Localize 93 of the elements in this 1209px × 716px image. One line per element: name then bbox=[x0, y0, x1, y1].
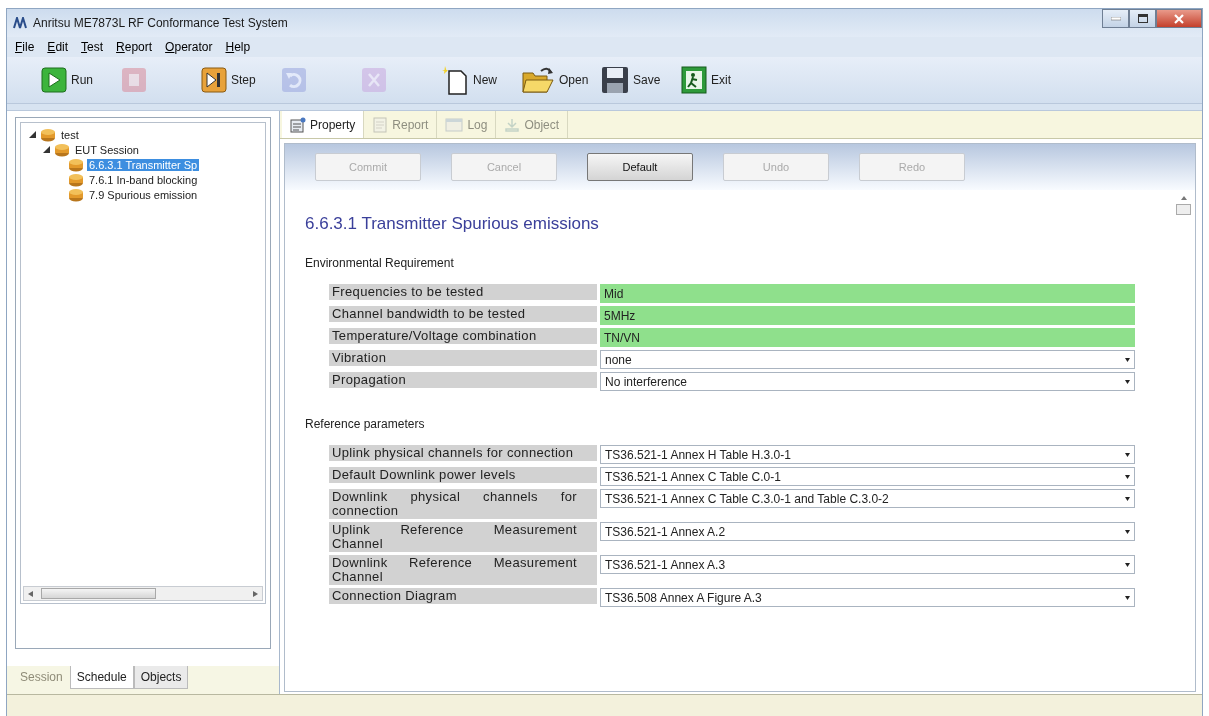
dropdown-arrow-icon[interactable] bbox=[1125, 496, 1130, 501]
save-button[interactable]: Save bbox=[597, 60, 677, 100]
step-icon bbox=[201, 67, 227, 93]
parameter-label: Default Downlink power levels bbox=[329, 467, 597, 483]
open-button[interactable]: Open bbox=[517, 60, 597, 100]
scroll-thumb[interactable] bbox=[41, 588, 156, 599]
parameter-label: Downlink physical channels for connection bbox=[329, 489, 597, 519]
parameter-label: Channel bandwidth to be tested bbox=[329, 306, 597, 322]
menu-item[interactable]: Test bbox=[81, 40, 104, 54]
tab[interactable]: Property bbox=[282, 111, 365, 138]
minimize-icon bbox=[1110, 16, 1121, 21]
log-window-icon bbox=[445, 116, 464, 133]
play-icon bbox=[41, 67, 67, 93]
parameter-label: Downlink Reference Measurement Channel bbox=[329, 555, 597, 585]
close-icon bbox=[1174, 13, 1184, 24]
app-logo-icon bbox=[13, 17, 27, 29]
menu-item[interactable]: Edit bbox=[47, 40, 69, 54]
undo-icon bbox=[281, 67, 307, 93]
close-button[interactable] bbox=[1156, 9, 1202, 28]
run-button[interactable]: Run bbox=[37, 60, 117, 100]
dropdown-value: No interference bbox=[605, 374, 688, 389]
cylinder-icon bbox=[40, 127, 56, 142]
dropdown-arrow-icon[interactable] bbox=[1125, 357, 1130, 362]
window-title: Anritsu ME7873L RF Conformance Test System bbox=[33, 16, 289, 30]
dropdown-value: none bbox=[605, 352, 632, 367]
maximize-icon bbox=[1137, 14, 1148, 23]
dropdown-value: TS36.508 Annex A Figure A.3 bbox=[605, 590, 762, 605]
dropdown-arrow-icon[interactable] bbox=[1125, 474, 1130, 479]
dropdown-arrow-icon[interactable] bbox=[1125, 452, 1130, 457]
maximize-button[interactable] bbox=[1129, 9, 1156, 28]
new-button[interactable]: New bbox=[437, 60, 517, 100]
cylinder-icon bbox=[54, 142, 70, 157]
scroll-up-icon[interactable] bbox=[1180, 196, 1187, 200]
tree-item[interactable]: EUT Session bbox=[73, 143, 141, 156]
tree-item[interactable]: 7.6.1 In-band blocking bbox=[87, 173, 200, 186]
section-title: Environmental Requirement bbox=[305, 256, 455, 270]
collapse-arrow-icon[interactable] bbox=[28, 131, 36, 138]
dropdown-arrow-icon[interactable] bbox=[1125, 595, 1130, 600]
dropdown-field[interactable]: TS36.521-1 Annex H Table H.3.0-1 bbox=[600, 445, 1135, 464]
horizontal-scrollbar[interactable] bbox=[23, 586, 263, 601]
parameter-label: Temperature/Voltage combination bbox=[329, 328, 597, 344]
new-document-icon bbox=[441, 65, 469, 95]
dropdown-value: TS36.521-1 Annex C Table C.3.0-1 and Table C.3.0-2 bbox=[605, 491, 889, 506]
tree-item[interactable]: test bbox=[59, 128, 81, 141]
exit-door-icon bbox=[681, 66, 707, 94]
collapse-arrow-icon[interactable] bbox=[42, 146, 50, 153]
value-field: 5MHz bbox=[600, 306, 1135, 325]
dropdown-field[interactable]: TS36.508 Annex A Figure A.3 bbox=[600, 588, 1135, 607]
dropdown-value: TS36.521-1 Annex C Table C.0-1 bbox=[605, 469, 781, 484]
dropdown-field[interactable]: TS36.521-1 Annex C Table C.3.0-1 and Table C.3.0-2 bbox=[600, 489, 1135, 508]
parameter-label: Propagation bbox=[329, 372, 597, 388]
folder-icon bbox=[521, 66, 555, 94]
dropdown-field[interactable]: TS36.521-1 Annex A.3 bbox=[600, 555, 1135, 574]
action-button[interactable]: Default bbox=[587, 153, 693, 181]
menu-item[interactable]: Operator bbox=[165, 40, 213, 54]
dropdown-value: TS36.521-1 Annex A.3 bbox=[605, 557, 726, 572]
parameter-label: Frequencies to be tested bbox=[329, 284, 597, 300]
step-button[interactable]: Step bbox=[197, 60, 277, 100]
parameter-label: Connection Diagram bbox=[329, 588, 597, 604]
cylinder-icon bbox=[68, 157, 84, 172]
dropdown-value: TS36.521-1 Annex H Table H.3.0-1 bbox=[605, 447, 791, 462]
dropdown-field[interactable]: none bbox=[600, 350, 1135, 369]
dropdown-field[interactable]: TS36.521-1 Annex A.2 bbox=[600, 522, 1135, 541]
dropdown-arrow-icon[interactable] bbox=[1125, 379, 1130, 384]
parameter-label: Uplink physical channels for connection bbox=[329, 445, 597, 461]
down-arrow-tray-icon bbox=[504, 116, 521, 133]
report-document-icon bbox=[372, 116, 389, 133]
page-heading: 6.6.3.1 Transmitter Spurious emissions bbox=[305, 214, 600, 234]
tab[interactable]: Schedule bbox=[69, 666, 134, 689]
dropdown-field[interactable]: No interference bbox=[600, 372, 1135, 391]
parameter-label: Uplink Reference Measurement Channel bbox=[329, 522, 597, 552]
tab[interactable]: Objects bbox=[133, 666, 189, 689]
value-field: TN/VN bbox=[600, 328, 1135, 347]
cylinder-icon bbox=[68, 172, 84, 187]
property-sheet-icon bbox=[290, 116, 306, 133]
menu-item[interactable]: Help bbox=[225, 40, 251, 54]
tree-item[interactable]: 7.9 Spurious emission bbox=[87, 188, 200, 201]
value-field: Mid bbox=[600, 284, 1135, 303]
section-title: Reference parameters bbox=[305, 417, 426, 431]
exit-button[interactable]: Exit bbox=[677, 60, 757, 100]
dropdown-arrow-icon[interactable] bbox=[1125, 562, 1130, 567]
stop-icon bbox=[121, 67, 147, 93]
cross-icon bbox=[361, 67, 387, 93]
dropdown-field[interactable]: TS36.521-1 Annex C Table C.0-1 bbox=[600, 467, 1135, 486]
dropdown-arrow-icon[interactable] bbox=[1125, 529, 1130, 534]
parameter-label: Vibration bbox=[329, 350, 597, 366]
cylinder-icon bbox=[68, 187, 84, 202]
menu-item[interactable]: File bbox=[15, 40, 35, 54]
menu-item[interactable]: Report bbox=[116, 40, 153, 54]
scroll-thumb[interactable] bbox=[1176, 204, 1191, 215]
scroll-left-icon[interactable] bbox=[28, 590, 33, 597]
scroll-right-icon[interactable] bbox=[253, 590, 258, 597]
dropdown-value: TS36.521-1 Annex A.2 bbox=[605, 524, 726, 539]
